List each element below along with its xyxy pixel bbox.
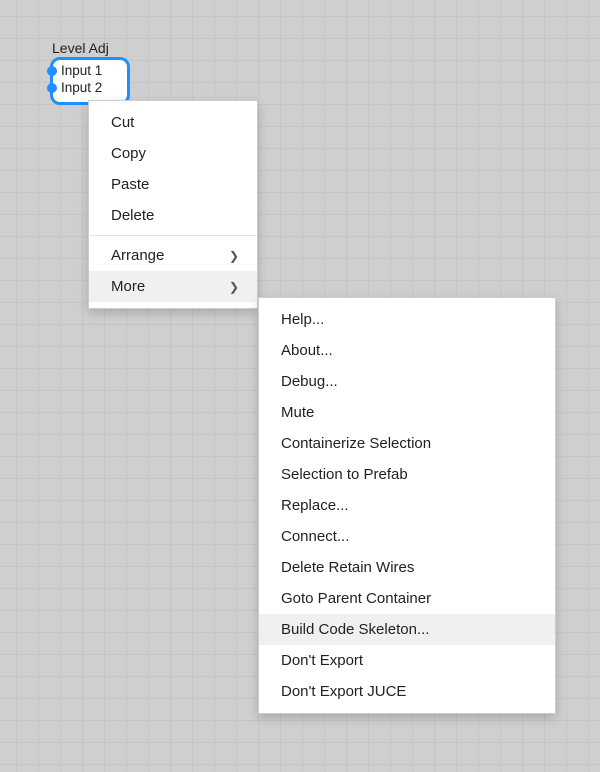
menu-item-label: Paste [111, 176, 149, 193]
menu-item-label: Don't Export [281, 652, 363, 669]
port-dot-icon [47, 66, 57, 76]
menu-item-label: Don't Export JUCE [281, 683, 406, 700]
menu-item-containerize-selection[interactable]: Containerize Selection [259, 428, 555, 459]
menu-item-delete-retain-wires[interactable]: Delete Retain Wires [259, 552, 555, 583]
menu-item-label: Cut [111, 114, 134, 131]
menu-item-label: Debug... [281, 373, 338, 390]
menu-item-label: Delete Retain Wires [281, 559, 414, 576]
menu-item-about[interactable]: About... [259, 335, 555, 366]
menu-item-delete[interactable]: Delete [89, 200, 257, 231]
port-dot-icon [47, 83, 57, 93]
menu-item-more[interactable]: More ❯ [89, 271, 257, 302]
node-port[interactable]: Input 2 [53, 79, 127, 96]
menu-item-label: Arrange [111, 247, 164, 264]
chevron-right-icon: ❯ [229, 280, 239, 294]
node-title: Level Adj [50, 40, 130, 56]
menu-item-label: Mute [281, 404, 314, 421]
context-submenu-more: Help... About... Debug... Mute Container… [258, 297, 556, 714]
menu-item-selection-to-prefab[interactable]: Selection to Prefab [259, 459, 555, 490]
menu-item-goto-parent-container[interactable]: Goto Parent Container [259, 583, 555, 614]
node-port-label: Input 2 [61, 80, 102, 95]
menu-item-paste[interactable]: Paste [89, 169, 257, 200]
menu-item-dont-export[interactable]: Don't Export [259, 645, 555, 676]
menu-item-mute[interactable]: Mute [259, 397, 555, 428]
menu-item-label: Build Code Skeleton... [281, 621, 429, 638]
context-menu: Cut Copy Paste Delete Arrange ❯ More ❯ [88, 100, 258, 309]
menu-item-replace[interactable]: Replace... [259, 490, 555, 521]
menu-item-build-code-skeleton[interactable]: Build Code Skeleton... [259, 614, 555, 645]
menu-item-help[interactable]: Help... [259, 304, 555, 335]
menu-item-label: Connect... [281, 528, 349, 545]
chevron-right-icon: ❯ [229, 249, 239, 263]
node-port-label: Input 1 [61, 63, 102, 78]
menu-item-dont-export-juce[interactable]: Don't Export JUCE [259, 676, 555, 707]
menu-item-label: Containerize Selection [281, 435, 431, 452]
menu-item-label: More [111, 278, 145, 295]
node-body[interactable]: Input 1 Input 2 [50, 57, 130, 105]
menu-separator [90, 235, 256, 236]
node-port[interactable]: Input 1 [53, 62, 127, 79]
menu-item-connect[interactable]: Connect... [259, 521, 555, 552]
menu-item-label: Goto Parent Container [281, 590, 431, 607]
menu-item-label: Help... [281, 311, 324, 328]
node-level-adj[interactable]: Level Adj Input 1 Input 2 [50, 40, 130, 105]
menu-item-copy[interactable]: Copy [89, 138, 257, 169]
menu-item-label: Copy [111, 145, 146, 162]
menu-item-debug[interactable]: Debug... [259, 366, 555, 397]
menu-item-arrange[interactable]: Arrange ❯ [89, 240, 257, 271]
menu-item-cut[interactable]: Cut [89, 107, 257, 138]
menu-item-label: Replace... [281, 497, 349, 514]
menu-item-label: About... [281, 342, 333, 359]
menu-item-label: Delete [111, 207, 154, 224]
menu-item-label: Selection to Prefab [281, 466, 408, 483]
